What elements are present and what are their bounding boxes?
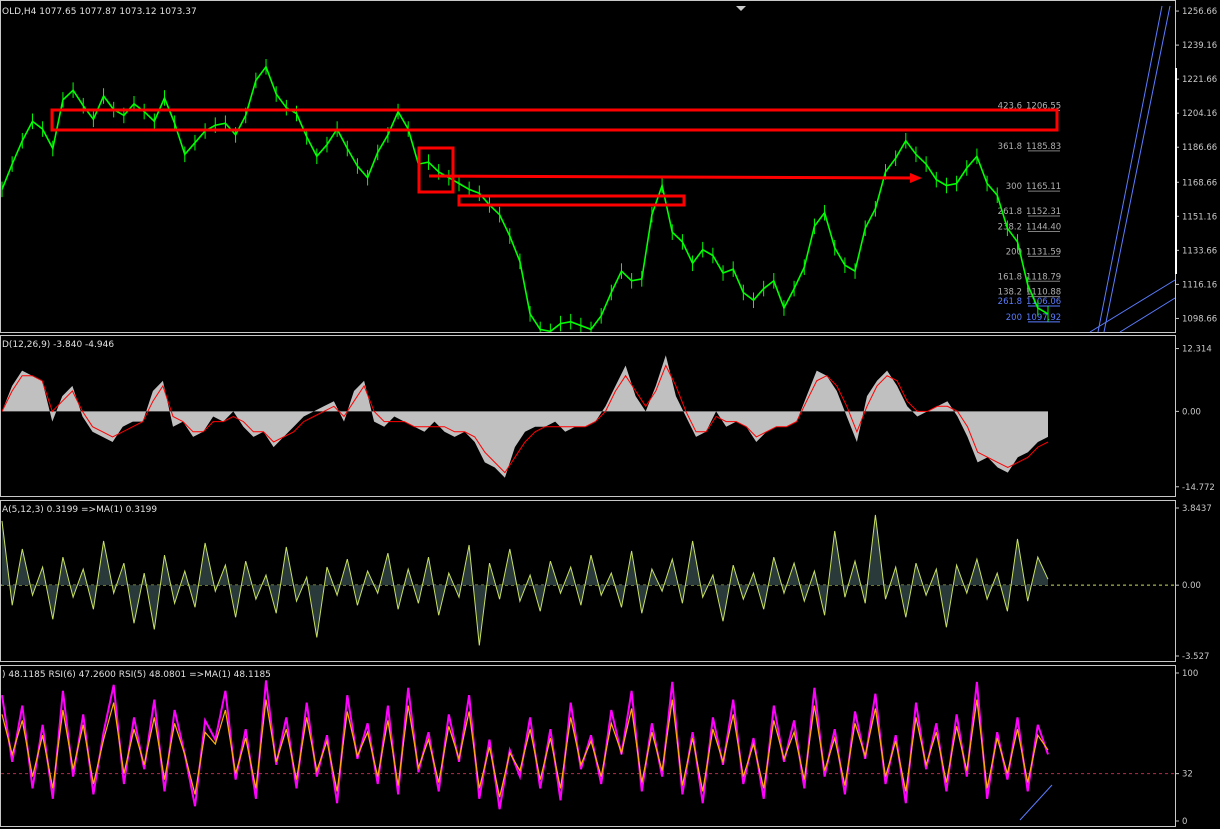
tick-label: 0.00 <box>1182 407 1201 417</box>
price-tick-label: 1151.16 <box>1182 212 1217 222</box>
tick-label: 32 <box>1182 770 1193 780</box>
fib-price-label: 1097.92 <box>1026 313 1061 323</box>
scale-scrollbar[interactable] <box>1175 68 1177 274</box>
price-tick-label: 1256.66 <box>1182 7 1217 17</box>
rsi-pane-label: ) 48.1185 RSI(6) 47.2600 RSI(5) 48.0801 … <box>2 670 271 680</box>
fib-price-label: 1144.40 <box>1026 222 1061 232</box>
fib-price-label: 1165.11 <box>1026 182 1061 192</box>
fib-price-label: 1118.79 <box>1026 272 1061 282</box>
fib-price-label: 1106.06 <box>1026 297 1061 307</box>
osma-pane-label: A(5,12,3) 0.3199 =>MA(1) 0.3199 <box>2 505 157 515</box>
price-tick-label: 1098.66 <box>1182 314 1217 324</box>
fib-ratio-label: 300 <box>1006 182 1022 192</box>
price-tick-label: 1168.66 <box>1182 178 1217 188</box>
tick-label: 0 <box>1182 817 1187 827</box>
price-tick-label: 1116.16 <box>1182 280 1217 290</box>
price-pane-label: OLD,H4 1077.65 1077.87 1073.12 1073.37 <box>2 7 197 17</box>
fib-ratio-label: 161.8 <box>998 272 1022 282</box>
price-tick-label: 1204.16 <box>1182 109 1217 119</box>
price-tick-label: 1239.16 <box>1182 41 1217 51</box>
tick-label: -14.772 <box>1182 483 1215 493</box>
tick-label: -3.527 <box>1182 652 1209 662</box>
tick-label: 100 <box>1182 669 1198 679</box>
fib-price-label: 1152.31 <box>1026 207 1061 217</box>
chart-canvas: OLD,H4 1077.65 1077.87 1073.12 1073.37 D… <box>0 0 1220 829</box>
price-tick-label: 1221.66 <box>1182 75 1217 85</box>
tick-label: 3.8437 <box>1182 504 1212 514</box>
tick-label: 0.00 <box>1182 581 1201 591</box>
fib-price-label: 1185.83 <box>1026 142 1061 152</box>
chart-window: OLD,H4 1077.65 1077.87 1073.12 1073.37 D… <box>0 0 1220 829</box>
price-tick-label: 1186.66 <box>1182 143 1217 153</box>
projection-arrow[interactable] <box>428 174 917 180</box>
fib-price-label: 1131.59 <box>1026 247 1061 257</box>
price-tick-label: 1133.66 <box>1182 246 1217 256</box>
fib-ratio-label: 261.8 <box>998 297 1022 307</box>
macd-pane-label: D(12,26,9) -3.840 -4.946 <box>2 340 114 350</box>
fib-ratio-label: 361.8 <box>998 142 1022 152</box>
fib-ratio-label: 200 <box>1006 313 1022 323</box>
tick-label: 12.314 <box>1182 345 1212 355</box>
